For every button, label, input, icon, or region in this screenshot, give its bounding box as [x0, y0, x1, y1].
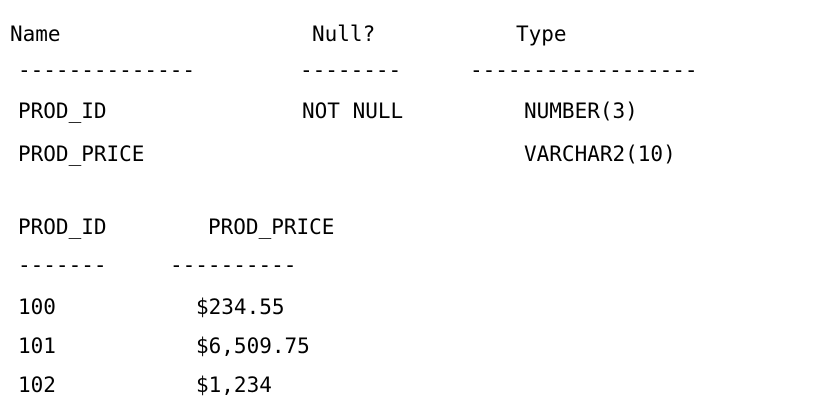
- cell-prod-id: 102: [18, 373, 56, 397]
- header-prod-id: PROD_ID: [18, 215, 107, 239]
- header-prod-price: PROD_PRICE: [208, 215, 335, 239]
- separator-prod-id: -------: [18, 253, 107, 277]
- header-null: Null?: [312, 22, 376, 46]
- cell-prod-price: $6,509.75: [196, 334, 310, 358]
- cell-prod-price: $234.55: [196, 295, 285, 319]
- separator-type: ------------------: [470, 58, 698, 82]
- column-type: VARCHAR2(10): [524, 142, 676, 166]
- column-name: PROD_PRICE: [18, 142, 145, 166]
- cell-prod-price: $1,234: [196, 373, 272, 397]
- cell-prod-id: 101: [18, 334, 56, 358]
- separator-prod-price: ----------: [170, 253, 297, 277]
- cell-prod-id: 100: [18, 295, 56, 319]
- column-null: NOT NULL: [302, 99, 404, 123]
- header-name: Name: [10, 22, 61, 46]
- separator-null: --------: [300, 58, 402, 82]
- separator-name: --------------: [18, 58, 196, 82]
- header-type: Type: [516, 22, 567, 46]
- column-name: PROD_ID: [18, 99, 107, 123]
- column-type: NUMBER(3): [524, 99, 638, 123]
